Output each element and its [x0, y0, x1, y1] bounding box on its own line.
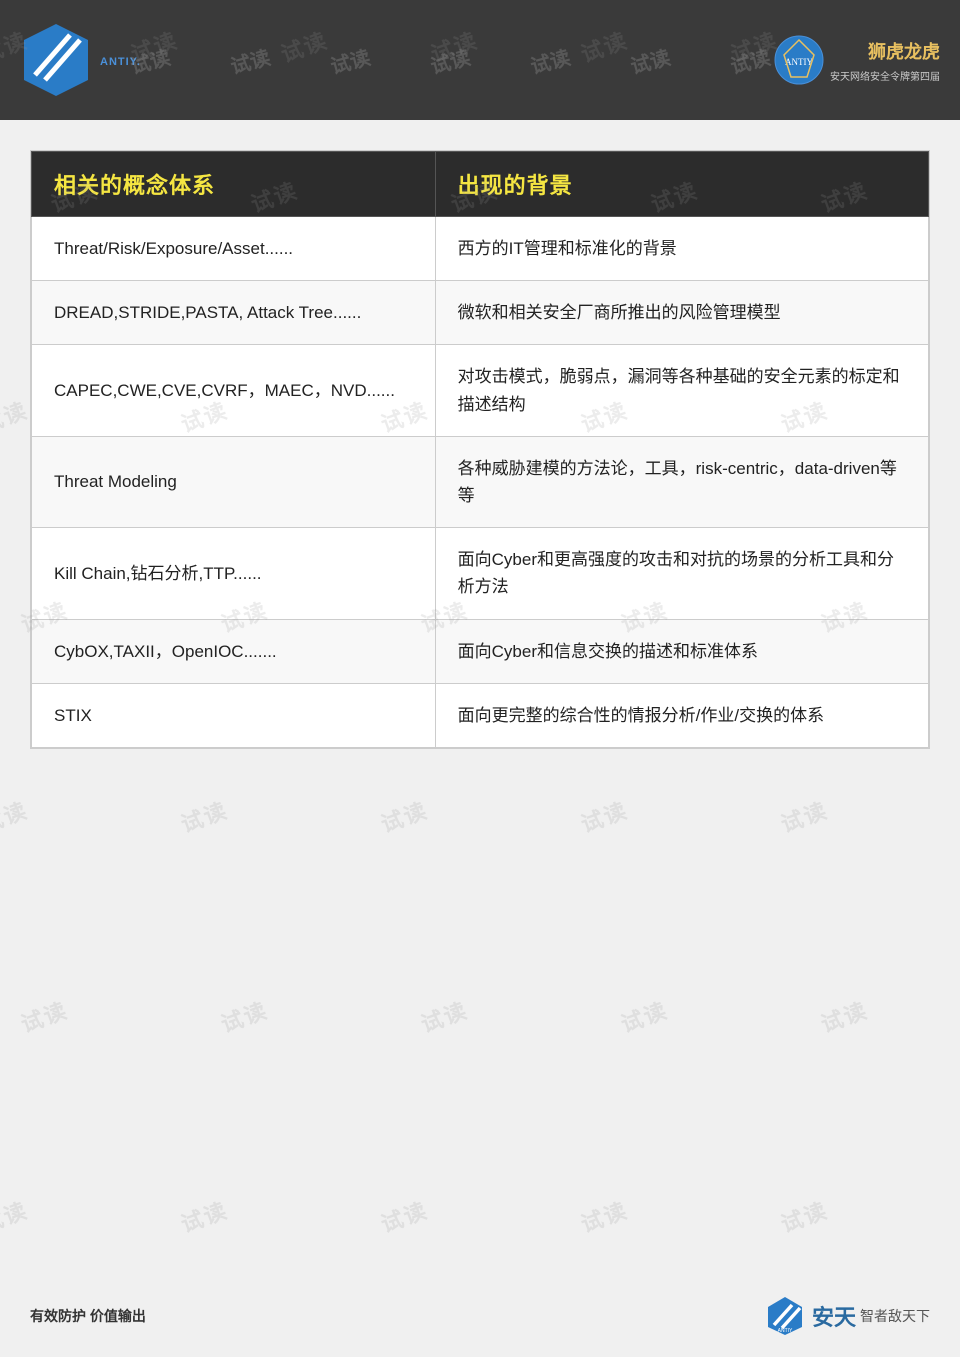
table-cell-background: 微软和相关安全厂商所推出的风险管理模型 [435, 281, 928, 345]
table-cell-concept: Threat Modeling [32, 436, 436, 527]
brand-name: 狮虎龙虎 [830, 38, 940, 64]
table-row: Threat Modeling各种威胁建模的方法论，工具，risk-centri… [32, 436, 929, 527]
col2-header: 出现的背景 [435, 152, 928, 217]
table-cell-background: 面向Cyber和信息交换的描述和标准体系 [435, 619, 928, 683]
header-watermarks: 试读 试读 试读 试读 试读 试读 试读 [100, 0, 800, 120]
table-cell-background: 对攻击模式，脆弱点，漏洞等各种基础的安全元素的标定和描述结构 [435, 345, 928, 436]
table-cell-concept: STIX [32, 683, 436, 747]
table-row: DREAD,STRIDE,PASTA, Attack Tree......微软和… [32, 281, 929, 345]
footer-brand: 安天 [812, 1300, 856, 1332]
table-cell-background: 面向Cyber和更高强度的攻击和对抗的场景的分析工具和分析方法 [435, 528, 928, 619]
footer-logo-icon: ANTIY [764, 1295, 806, 1337]
table-cell-concept: DREAD,STRIDE,PASTA, Attack Tree...... [32, 281, 436, 345]
content-table: 相关的概念体系 出现的背景 Threat/Risk/Exposure/Asset… [31, 151, 929, 748]
table-cell-concept: Threat/Risk/Exposure/Asset...... [32, 217, 436, 281]
header: ANTIY. 试读 试读 试读 试读 试读 试读 试读 ANTIY 狮虎龙虎 安… [0, 0, 960, 120]
table-cell-background: 面向更完整的综合性的情报分析/作业/交换的体系 [435, 683, 928, 747]
table-cell-concept: CybOX,TAXII，OpenIOC....... [32, 619, 436, 683]
antiy-logo-icon [20, 20, 92, 100]
col1-header: 相关的概念体系 [32, 152, 436, 217]
main-content: 相关的概念体系 出现的背景 Threat/Risk/Exposure/Asset… [30, 150, 930, 749]
footer-slogan: 智者敌天下 [860, 1306, 930, 1326]
footer: 有效防护 价值输出 ANTIY 安天 智者敌天下 [30, 1295, 930, 1337]
footer-tagline: 有效防护 价值输出 [30, 1306, 146, 1326]
table-cell-concept: CAPEC,CWE,CVE,CVRF，MAEC，NVD...... [32, 345, 436, 436]
svg-text:ANTIY: ANTIY [778, 1328, 793, 1334]
table-row: Threat/Risk/Exposure/Asset......西方的IT管理和… [32, 217, 929, 281]
table-row: Kill Chain,钻石分析,TTP......面向Cyber和更高强度的攻击… [32, 528, 929, 619]
table-cell-background: 各种威胁建模的方法论，工具，risk-centric，data-driven等等 [435, 436, 928, 527]
table-row: STIX面向更完整的综合性的情报分析/作业/交换的体系 [32, 683, 929, 747]
table-cell-concept: Kill Chain,钻石分析,TTP...... [32, 528, 436, 619]
table-cell-background: 西方的IT管理和标准化的背景 [435, 217, 928, 281]
table-row: CybOX,TAXII，OpenIOC.......面向Cyber和信息交换的描… [32, 619, 929, 683]
footer-logo: ANTIY 安天 智者敌天下 [764, 1295, 930, 1337]
header-subtitle: 安天网络安全令牌第四届 [830, 68, 940, 83]
table-row: CAPEC,CWE,CVE,CVRF，MAEC，NVD......对攻击模式，脆… [32, 345, 929, 436]
